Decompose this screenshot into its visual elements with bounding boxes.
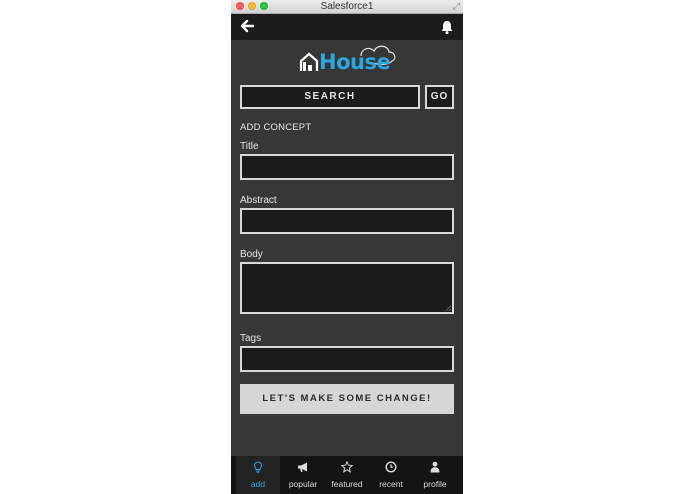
abstract-label: Abstract (240, 195, 277, 206)
tab-featured-label: featured (331, 479, 363, 489)
abstract-input[interactable] (240, 208, 454, 234)
tab-add[interactable]: add (236, 456, 280, 494)
search-input[interactable]: SEARCH (240, 85, 420, 109)
app-logo: House (299, 43, 399, 77)
resize-grip-icon[interactable] (445, 305, 451, 311)
tab-recent-label: recent (379, 479, 403, 489)
go-button[interactable]: GO (425, 85, 454, 109)
megaphone-icon (298, 462, 307, 472)
title-label: Title (240, 141, 259, 152)
clock-icon (385, 461, 397, 473)
title-input[interactable] (240, 154, 454, 180)
window-title: Salesforce1 (320, 1, 374, 12)
section-title: ADD CONCEPT (240, 122, 312, 133)
tab-profile-label: profile (423, 479, 447, 489)
tags-input[interactable] (240, 346, 454, 372)
bottom-tab-bar: add popular featured recent profile (231, 456, 463, 494)
tags-label: Tags (240, 333, 262, 344)
body-label: Body (240, 249, 263, 260)
window-titlebar: Salesforce1 ⤢ (231, 0, 463, 14)
star-icon (341, 461, 353, 473)
tab-popular-label: popular (288, 479, 318, 489)
person-icon (430, 461, 440, 473)
back-arrow-icon[interactable] (240, 18, 254, 34)
body-textarea[interactable] (240, 262, 454, 314)
logo-text: House (319, 50, 391, 74)
top-navigation-bar (231, 14, 463, 40)
tab-popular[interactable]: popular (281, 456, 325, 494)
tab-recent[interactable]: recent (369, 456, 413, 494)
tab-add-label: add (250, 479, 266, 489)
lightbulb-icon (253, 461, 263, 473)
tab-featured[interactable]: featured (325, 456, 369, 494)
tab-profile[interactable]: profile (413, 456, 457, 494)
notification-bell-icon[interactable] (440, 19, 454, 35)
app-window: Salesforce1 ⤢ House SEARCH GO ADD CONCEP… (231, 0, 463, 494)
submit-button[interactable]: LET'S MAKE SOME CHANGE! (240, 384, 454, 414)
fullscreen-icon[interactable]: ⤢ (453, 1, 460, 12)
